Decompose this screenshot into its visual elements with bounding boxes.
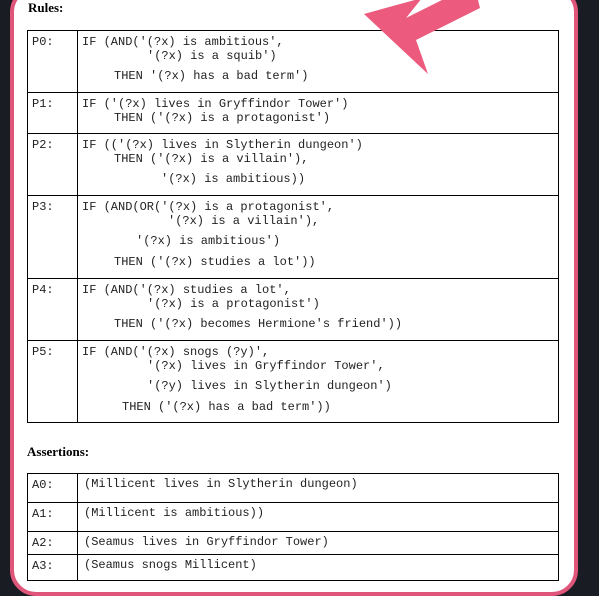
assertion-row: A0: (Millicent lives in Slytherin dungeo…	[27, 473, 559, 503]
rule-id: P5:	[27, 340, 78, 423]
rule-line: IF (AND(OR('(?x) is a protagonist',	[82, 200, 335, 214]
rule-row: P3: IF (AND(OR('(?x) is a protagonist', …	[27, 195, 559, 279]
rules-heading: Rules:	[28, 0, 64, 15]
rule-line: THEN ('(?x) becomes Hermione's friend'))	[114, 317, 403, 331]
rule-line: THEN ('(?x) is a protagonist')	[114, 111, 331, 125]
rule-line: IF (AND('(?x) is ambitious',	[82, 35, 284, 49]
rule-line: THEN ('(?x) studies a lot'))	[114, 255, 316, 269]
rule-line: '(?x) is a squib')	[147, 49, 277, 63]
pointer-arrow-icon	[364, 0, 480, 74]
rule-line: '(?x) is a protagonist')	[147, 297, 320, 311]
rule-body: IF (AND('(?x) snogs (?y)', '(?x) lives i…	[77, 340, 559, 423]
assertion-id: A3:	[27, 554, 78, 581]
rule-row: P2: IF (('(?x) lives in Slytherin dungeo…	[27, 133, 559, 196]
assertion-id: A2:	[27, 531, 78, 555]
rule-line: '(?x) is ambitious))	[161, 172, 306, 186]
rule-body: IF (AND('(?x) is ambitious', '(?x) is a …	[77, 30, 559, 93]
rule-line: IF (('(?x) lives in Slytherin dungeon')	[82, 138, 363, 152]
assertion-row: A2: (Seamus lives in Gryffindor Tower)	[27, 531, 559, 555]
assertion-row: A1: (Millicent is ambitious))	[27, 502, 559, 532]
rule-body: IF (('(?x) lives in Slytherin dungeon') …	[77, 133, 559, 196]
rule-line: THEN ('(?x) is a villain'),	[114, 152, 309, 166]
rule-id: P3:	[27, 195, 78, 279]
assertion-text: (Millicent is ambitious))	[77, 502, 559, 532]
rule-line: '(?x) lives in Gryffindor Tower',	[147, 359, 385, 373]
rule-line: THEN ('(?x) has a bad term'))	[122, 400, 331, 414]
rule-id: P1:	[27, 92, 78, 134]
rule-line: '(?x) is ambitious')	[136, 234, 281, 248]
rule-line: IF (AND('(?x) studies a lot',	[82, 283, 291, 297]
assertion-text: (Seamus lives in Gryffindor Tower)	[77, 531, 559, 555]
assertion-id: A0:	[27, 473, 78, 503]
rule-line: IF (AND('(?x) snogs (?y)',	[82, 345, 270, 359]
pointer-arrow-shape	[364, 0, 480, 74]
rule-id: P4:	[27, 278, 78, 341]
rule-line: '(?y) lives in Slytherin dungeon')	[147, 379, 392, 393]
rule-row: P4: IF (AND('(?x) studies a lot', '(?x) …	[27, 278, 559, 341]
assertions-table: A0: (Millicent lives in Slytherin dungeo…	[27, 473, 559, 581]
rules-table: P0: IF (AND('(?x) is ambitious', '(?x) i…	[27, 30, 559, 423]
rule-body: IF ('(?x) lives in Gryffindor Tower') TH…	[77, 92, 559, 134]
rule-row: P1: IF ('(?x) lives in Gryffindor Tower'…	[27, 92, 559, 134]
rule-row: P5: IF (AND('(?x) snogs (?y)', '(?x) liv…	[27, 340, 559, 423]
assertion-id: A1:	[27, 502, 78, 532]
rule-line: IF ('(?x) lives in Gryffindor Tower')	[82, 97, 349, 111]
rule-id: P0:	[27, 30, 78, 93]
rule-body: IF (AND(OR('(?x) is a protagonist', '(?x…	[77, 195, 559, 279]
rule-line: THEN '(?x) has a bad term')	[114, 69, 309, 83]
assertions-heading: Assertions:	[27, 444, 90, 459]
rule-body: IF (AND('(?x) studies a lot', '(?x) is a…	[77, 278, 559, 341]
assertion-text: (Millicent lives in Slytherin dungeon)	[77, 473, 559, 503]
rule-line: '(?x) is a villain'),	[168, 214, 320, 228]
rule-id: P2:	[27, 133, 78, 196]
assertion-text: (Seamus snogs Millicent)	[77, 554, 559, 581]
assertion-row: A3: (Seamus snogs Millicent)	[27, 554, 559, 581]
